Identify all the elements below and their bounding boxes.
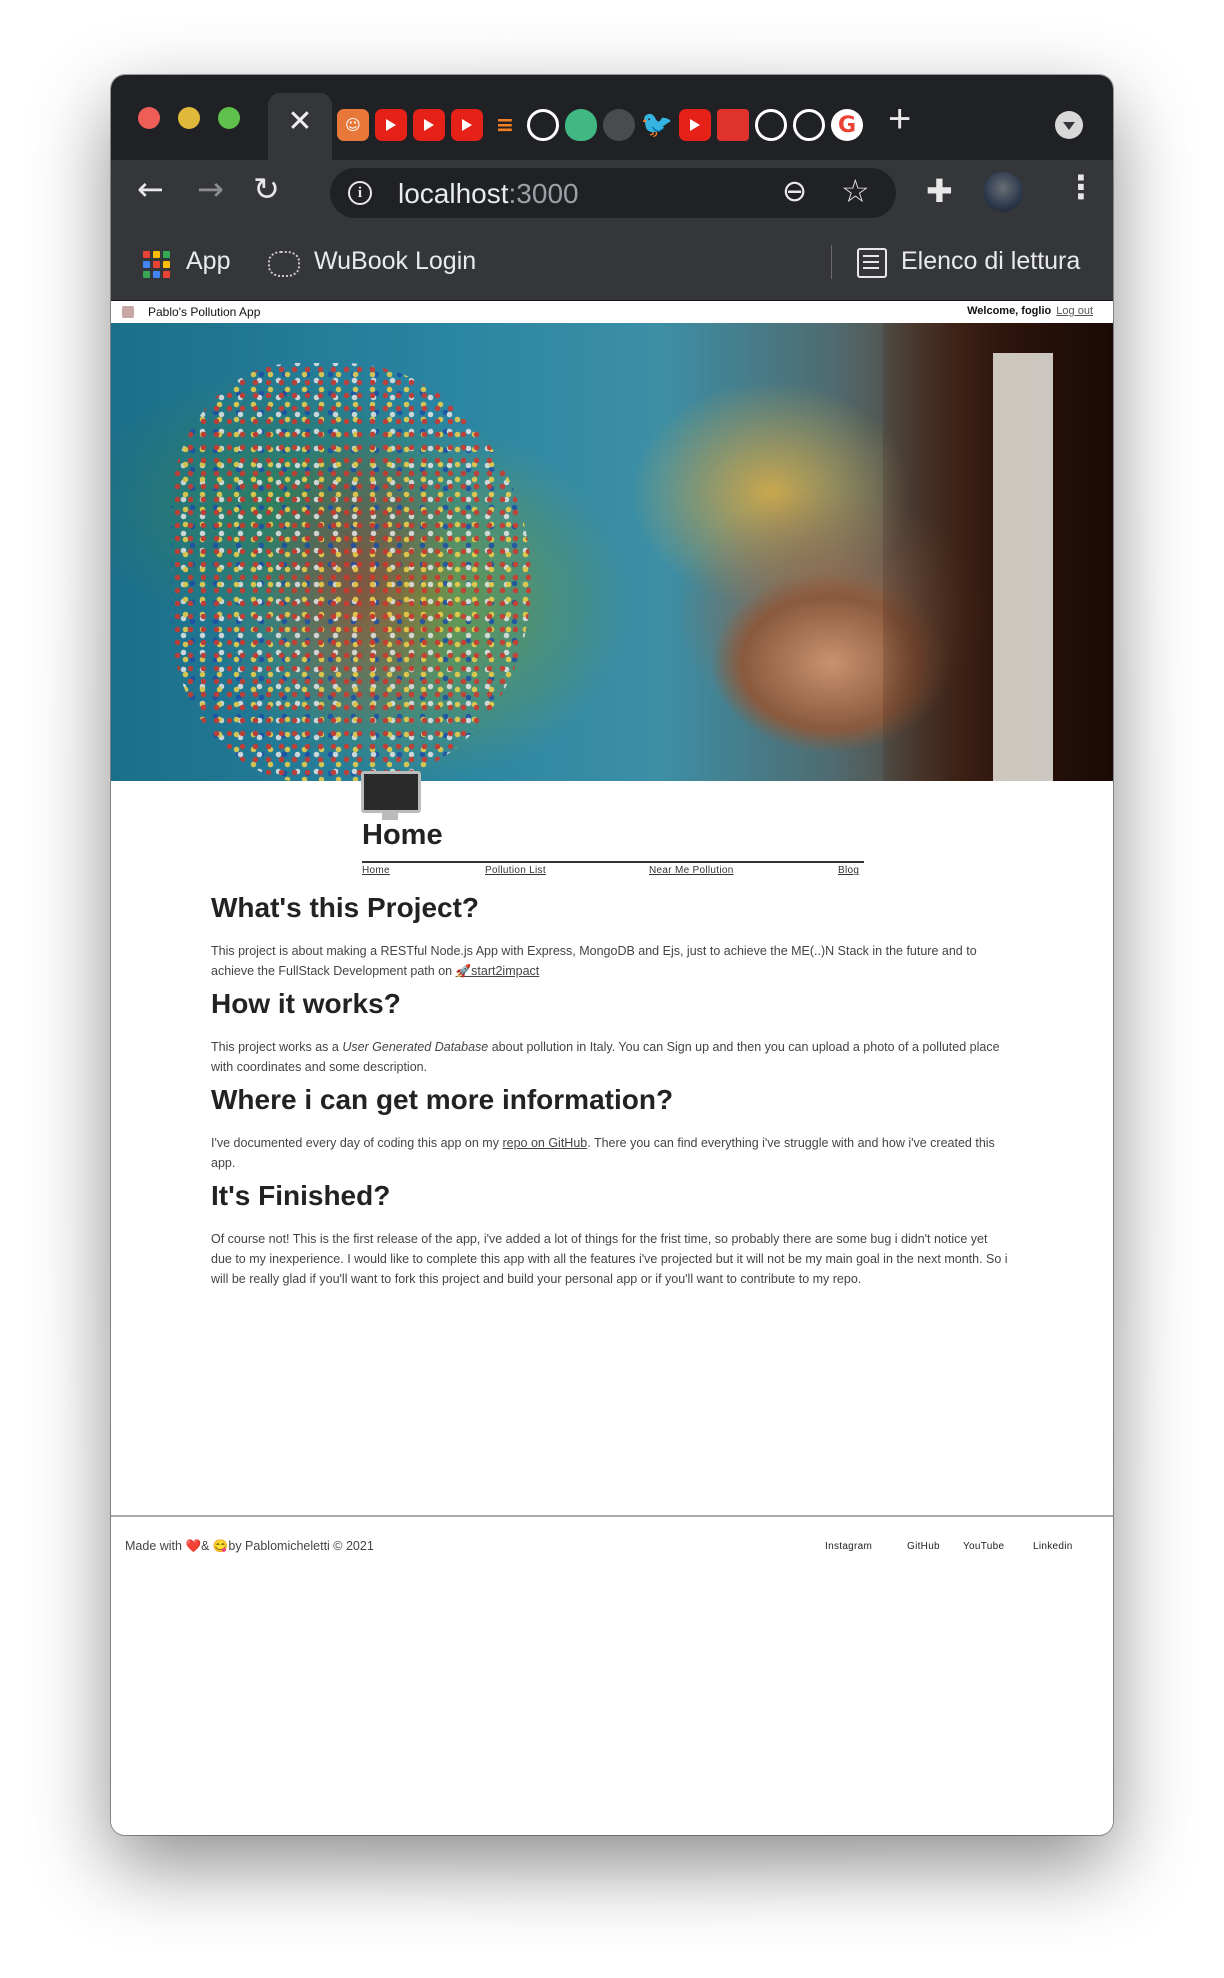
section-text: Of course not! This is the first release…: [211, 1232, 1008, 1286]
section-title: It's Finished?: [211, 1180, 391, 1211]
start2impact-link[interactable]: 🚀start2impact: [456, 964, 540, 978]
map-pins: [171, 363, 531, 781]
tab-github-icon[interactable]: [755, 109, 787, 141]
address-bar[interactable]: i localhost:3000 ⊖ ☆: [330, 168, 896, 218]
bookmark-star-icon[interactable]: ☆: [841, 172, 870, 210]
welcome-message: Welcome, foglio Log out: [967, 305, 1093, 317]
bookmark-wubook-login[interactable]: WuBook Login: [314, 247, 476, 276]
tab-favicon-emoji-icon[interactable]: ☺: [337, 109, 369, 141]
nav-blog-link[interactable]: Blog: [838, 865, 859, 876]
footer-credits: Made with ❤️& 😋by Pablomicheletti © 2021: [125, 1539, 374, 1553]
hero-image: [111, 323, 1113, 781]
web-page: Pablo's Pollution App Welcome, foglio Lo…: [111, 301, 1113, 1835]
tab-youtube-icon[interactable]: [451, 109, 483, 141]
footer-divider: [111, 1515, 1113, 1517]
welcome-text: Welcome, foglio: [967, 305, 1052, 317]
section-title: How it works?: [211, 988, 401, 1019]
browser-window: ✕ ☺ ≡ 🐦 G + ← → ↻ i localhost:3000 ⊖ ☆ ✚…: [111, 75, 1113, 1835]
text-span: This project works as a: [211, 1040, 339, 1054]
site-info-icon[interactable]: i: [348, 181, 372, 205]
bookmarks-bar: App WuBook Login Elenco di lettura: [111, 225, 1113, 301]
section-text: This project works as a User Generated D…: [211, 1037, 1011, 1077]
footer-github-link[interactable]: GitHub: [907, 1541, 940, 1552]
pinned-tabs: ☺ ≡ 🐦 G: [337, 109, 863, 141]
tab-youtube-icon[interactable]: [413, 109, 445, 141]
site-logo-icon: [122, 306, 134, 318]
github-repo-link[interactable]: repo on GitHub: [502, 1136, 587, 1150]
section-title: Where i can get more information?: [211, 1084, 674, 1115]
new-tab-icon[interactable]: +: [888, 99, 911, 139]
menu-icon[interactable]: ⋮: [1065, 168, 1097, 206]
nav-divider: [362, 861, 864, 863]
url-host: localhost: [398, 178, 509, 209]
section-text: This project is about making a RESTful N…: [211, 941, 1011, 981]
site-title[interactable]: Pablo's Pollution App: [148, 305, 260, 319]
close-tab-icon[interactable]: ✕: [268, 107, 332, 137]
window-frame: [993, 353, 1053, 781]
url-text[interactable]: localhost:3000: [398, 178, 579, 210]
extensions-icon[interactable]: ✚: [926, 172, 953, 210]
maximize-window-button[interactable]: [218, 107, 240, 129]
minimize-window-button[interactable]: [178, 107, 200, 129]
close-window-button[interactable]: [138, 107, 160, 129]
main-content: What's this Project? This project is abo…: [211, 891, 1011, 1289]
section-title: What's this Project?: [211, 892, 480, 923]
zoom-icon[interactable]: ⊖: [782, 174, 807, 209]
tab-shield-icon[interactable]: [565, 109, 597, 141]
site-header: Pablo's Pollution App Welcome, foglio Lo…: [111, 301, 1113, 323]
page-title: Home: [362, 819, 443, 851]
tab-github-icon[interactable]: [793, 109, 825, 141]
tab-twitter-icon[interactable]: 🐦: [641, 109, 673, 141]
active-tab[interactable]: ✕: [268, 93, 332, 160]
back-icon[interactable]: ←: [137, 169, 164, 209]
browser-toolbar: ← → ↻ i localhost:3000 ⊖ ☆ ✚ ⋮: [111, 160, 1113, 225]
text-span: This project is about making a RESTful N…: [211, 944, 977, 978]
emphasis-text: User Generated Database: [342, 1040, 489, 1054]
footer-youtube-link[interactable]: YouTube: [963, 1541, 1004, 1552]
wubook-icon: [268, 251, 300, 277]
section-text: I've documented every day of coding this…: [211, 1133, 1011, 1173]
nav-home-link[interactable]: Home: [362, 865, 390, 876]
footer-linkedin-link[interactable]: Linkedin: [1033, 1541, 1073, 1552]
bookmarks-divider: [831, 245, 832, 279]
forward-icon[interactable]: →: [197, 169, 224, 209]
reload-icon[interactable]: ↻: [253, 169, 280, 209]
tab-bar: ✕ ☺ ≡ 🐦 G +: [111, 75, 1113, 160]
profile-avatar[interactable]: [983, 172, 1023, 212]
tab-google-icon[interactable]: G: [831, 109, 863, 141]
text-span: I've documented every day of coding this…: [211, 1136, 499, 1150]
bookmark-apps[interactable]: App: [186, 247, 230, 276]
reading-list-icon: [857, 248, 887, 278]
reading-list-button[interactable]: Elenco di lettura: [901, 247, 1080, 276]
tab-search-icon[interactable]: [1055, 111, 1083, 139]
tab-youtube-icon[interactable]: [679, 109, 711, 141]
nav-pollution-list-link[interactable]: Pollution List: [485, 865, 546, 876]
tab-globe-icon[interactable]: [603, 109, 635, 141]
tab-profile-icon[interactable]: [717, 109, 749, 141]
apps-grid-icon[interactable]: [143, 251, 170, 278]
tab-stackoverflow-icon[interactable]: ≡: [489, 109, 521, 141]
url-port: :3000: [508, 178, 579, 209]
computer-icon: [361, 771, 421, 820]
tab-youtube-icon[interactable]: [375, 109, 407, 141]
footer-instagram-link[interactable]: Instagram: [825, 1541, 872, 1552]
nav-near-me-link[interactable]: Near Me Pollution: [649, 865, 734, 876]
logout-link[interactable]: Log out: [1056, 305, 1093, 317]
tab-github-icon[interactable]: [527, 109, 559, 141]
